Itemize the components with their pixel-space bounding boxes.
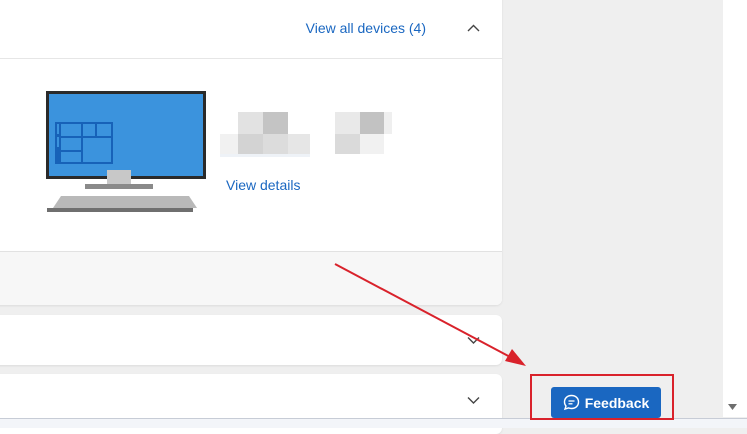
scroll-down-arrow-icon[interactable] xyxy=(727,402,737,412)
speech-bubble-icon xyxy=(563,394,580,411)
feedback-button-label: Feedback xyxy=(584,394,650,411)
redacted-device-name xyxy=(220,112,392,167)
view-details-link[interactable]: View details xyxy=(226,177,300,193)
devices-card: View all devices (4) View details xyxy=(0,0,502,305)
chevron-down-icon[interactable] xyxy=(466,393,480,407)
desktop-monitor-icon xyxy=(45,90,207,219)
chevron-down-icon[interactable] xyxy=(466,333,480,347)
chevron-up-icon[interactable] xyxy=(466,21,480,35)
devices-card-footer xyxy=(0,251,502,305)
devices-card-header: View all devices (4) xyxy=(0,0,502,59)
collapsed-section-2[interactable] xyxy=(0,315,502,365)
feedback-button[interactable]: Feedback xyxy=(551,387,661,418)
vertical-scrollbar[interactable] xyxy=(723,0,747,417)
view-all-devices-link[interactable]: View all devices (4) xyxy=(306,20,426,36)
